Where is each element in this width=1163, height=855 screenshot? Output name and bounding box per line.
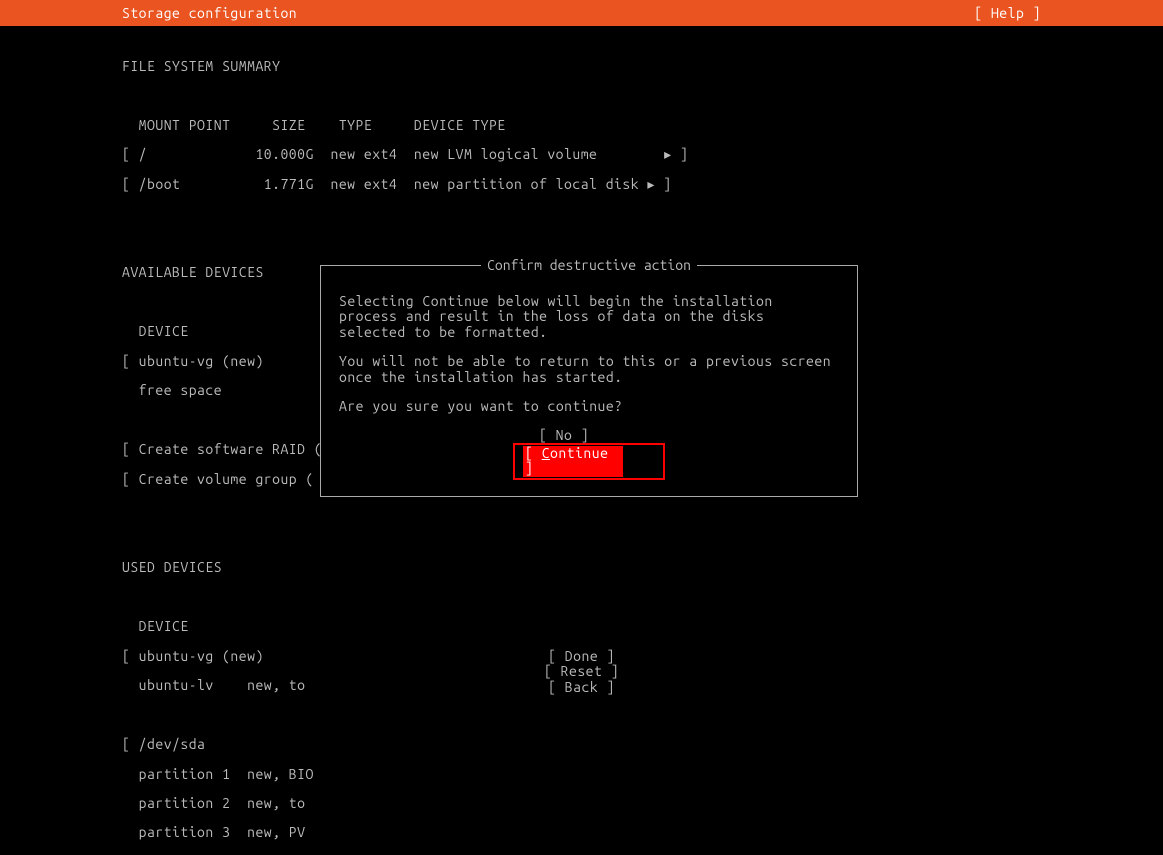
fs-row-root[interactable]: [ / 10.000G new ext4 new LVM logical vol… <box>122 147 1041 162</box>
continue-button-highlight: [ Continue ] <box>513 443 665 480</box>
used-sda[interactable]: [ /dev/sda <box>122 737 1041 752</box>
fs-row-boot[interactable]: [ /boot 1.771G new ext4 new partition of… <box>122 177 1041 192</box>
used-p1[interactable]: partition 1 new, BIO <box>122 767 1041 782</box>
dialog-body: Selecting Continue below will begin the … <box>321 266 857 496</box>
dialog-title-bar: Confirm destructive action <box>321 258 857 273</box>
done-button[interactable]: [ Done ] <box>0 649 1163 664</box>
no-button[interactable]: [ No ] <box>539 428 639 443</box>
used-p2[interactable]: partition 2 new, to <box>122 796 1041 811</box>
help-button[interactable]: [ Help ] <box>974 6 1041 21</box>
dialog-title: Confirm destructive action <box>481 257 697 273</box>
confirm-dialog: Confirm destructive action Selecting Con… <box>320 265 858 497</box>
dialog-text-1: Selecting Continue below will begin the … <box>339 294 839 340</box>
back-button[interactable]: [ Back ] <box>0 680 1163 695</box>
fs-summary-title: FILE SYSTEM SUMMARY <box>122 59 1041 74</box>
dialog-text-3: Are you sure you want to continue? <box>339 399 839 414</box>
reset-button[interactable]: [ Reset ] <box>0 664 1163 679</box>
dialog-text-2: You will not be able to return to this o… <box>339 354 839 385</box>
continue-button[interactable]: [ Continue ] <box>523 446 623 477</box>
used-p3[interactable]: partition 3 new, PV <box>122 825 1041 840</box>
page-title: Storage configuration <box>122 6 297 21</box>
bottom-buttons: [ Done ] [ Reset ] [ Back ] <box>0 649 1163 695</box>
used-title: USED DEVICES <box>122 560 1041 575</box>
fs-summary-columns: MOUNT POINT SIZE TYPE DEVICE TYPE <box>122 118 1041 133</box>
used-columns: DEVICE <box>122 619 1041 634</box>
header-bar: Storage configuration [ Help ] <box>0 0 1163 26</box>
